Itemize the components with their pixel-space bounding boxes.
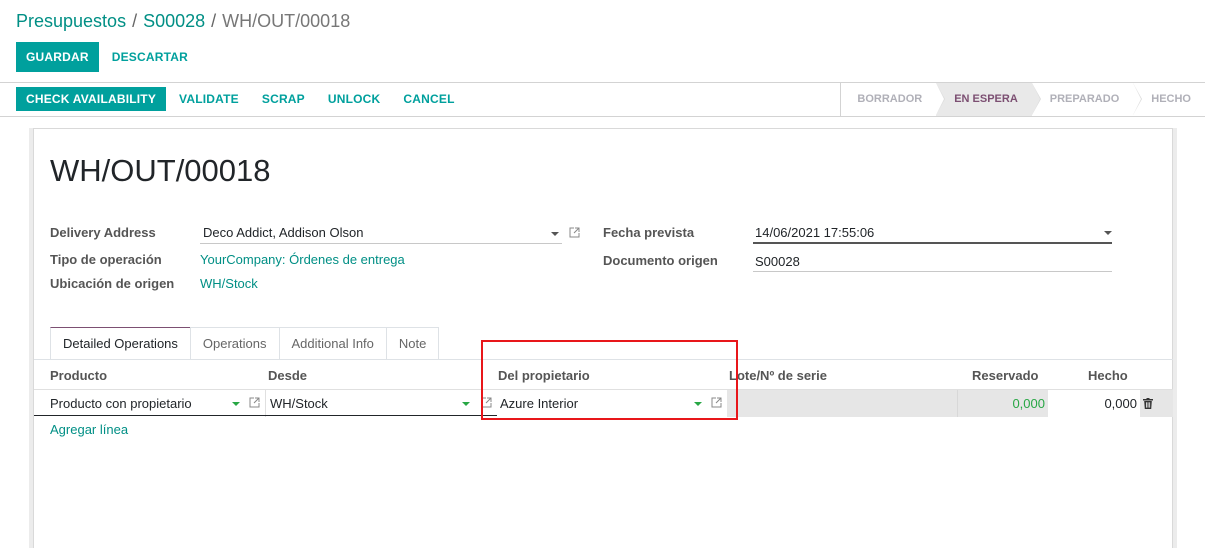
source-location-label: Ubicación de origen: [50, 276, 175, 291]
source-location-link[interactable]: WH/Stock: [200, 276, 258, 291]
reserved-value: 0,000: [957, 390, 1048, 417]
tab-additional-info[interactable]: Additional Info: [278, 327, 387, 360]
column-header-lot[interactable]: Lote/Nº de serie: [729, 368, 827, 383]
operation-type-label: Tipo de operación: [50, 252, 162, 267]
chevron-down-icon[interactable]: [551, 232, 559, 236]
check-availability-button[interactable]: CHECK AVAILABILITY: [16, 87, 167, 111]
form-sheet: WH/OUT/00018 Delivery Address Deco Addic…: [33, 128, 1173, 548]
source-document-field[interactable]: S00028: [753, 250, 1112, 272]
header-buttons: CHECK AVAILABILITY VALIDATE SCRAP UNLOCK…: [16, 87, 465, 111]
status-borrador[interactable]: BORRADOR: [841, 83, 945, 116]
lot-cell: [727, 390, 957, 417]
chevron-down-icon[interactable]: [462, 402, 470, 406]
tabs-divider: [34, 359, 1173, 360]
notebook-tabs: Detailed Operations Operations Additiona…: [50, 327, 440, 360]
status-hecho[interactable]: HECHO: [1133, 83, 1205, 116]
form-buttons: GUARDAR DESCARTAR: [16, 42, 198, 72]
source-document-value: S00028: [755, 254, 800, 269]
chevron-down-icon[interactable]: [232, 402, 240, 406]
add-line-link[interactable]: Agregar línea: [50, 422, 128, 437]
chevron-down-icon[interactable]: [694, 402, 702, 406]
status-bar: BORRADOR EN ESPERA PREPARADO HECHO: [840, 83, 1205, 116]
status-en-espera[interactable]: EN ESPERA: [936, 83, 1041, 116]
external-link-icon[interactable]: [481, 397, 492, 408]
trash-icon[interactable]: [1143, 398, 1153, 409]
tab-note[interactable]: Note: [385, 327, 440, 360]
unlock-button[interactable]: UNLOCK: [318, 87, 391, 111]
from-cell[interactable]: WH/Stock: [265, 390, 497, 417]
breadcrumb: Presupuestos / S00028/WH/OUT/00018: [16, 9, 350, 33]
scheduled-date-field[interactable]: 14/06/2021 17:55:06: [753, 222, 1112, 244]
owner-cell[interactable]: Azure Interior: [497, 390, 727, 417]
breadcrumb-current: WH/OUT/00018: [222, 11, 351, 31]
column-header-product[interactable]: Producto: [50, 368, 107, 383]
external-link-icon[interactable]: [711, 397, 722, 408]
tab-detailed-operations[interactable]: Detailed Operations: [50, 327, 191, 360]
breadcrumb-sale-order[interactable]: S00028: [143, 11, 205, 31]
external-link-icon[interactable]: [249, 397, 260, 408]
scheduled-date-value: 14/06/2021 17:55:06: [755, 225, 875, 240]
owner-value: Azure Interior: [500, 396, 579, 411]
delete-cell: [1140, 390, 1173, 417]
scheduled-date-label: Fecha prevista: [603, 225, 695, 240]
column-header-owner[interactable]: Del propietario: [498, 368, 590, 383]
from-value: WH/Stock: [270, 396, 328, 411]
save-button[interactable]: GUARDAR: [16, 42, 99, 72]
delivery-address-value: Deco Addict, Addison Olson: [203, 225, 364, 240]
row-edit-underline: [34, 415, 497, 416]
column-header-from[interactable]: Desde: [268, 368, 307, 383]
column-header-reserved[interactable]: Reservado: [972, 368, 1038, 383]
breadcrumb-separator: /: [132, 11, 138, 31]
table-row[interactable]: Producto con propietario WH/Stock Azure …: [34, 389, 1173, 417]
external-link-icon[interactable]: [569, 227, 580, 238]
form-header: CHECK AVAILABILITY VALIDATE SCRAP UNLOCK…: [0, 83, 1205, 117]
delivery-address-field[interactable]: Deco Addict, Addison Olson: [200, 222, 562, 244]
record-title: WH/OUT/00018: [50, 153, 271, 188]
product-value: Producto con propietario: [50, 396, 192, 411]
breadcrumb-presupuestos[interactable]: Presupuestos: [16, 11, 126, 31]
status-preparado[interactable]: PREPARADO: [1032, 83, 1143, 116]
discard-button[interactable]: DESCARTAR: [102, 42, 198, 72]
chevron-down-icon[interactable]: [1104, 231, 1112, 235]
delivery-address-label: Delivery Address: [50, 225, 156, 240]
scrap-button[interactable]: SCRAP: [252, 87, 315, 111]
operation-type-link[interactable]: YourCompany: Órdenes de entrega: [200, 252, 405, 267]
validate-button[interactable]: VALIDATE: [169, 87, 249, 111]
cancel-button[interactable]: CANCEL: [393, 87, 464, 111]
tab-operations[interactable]: Operations: [189, 327, 280, 360]
breadcrumb-separator: /: [211, 11, 217, 31]
product-cell[interactable]: Producto con propietario: [34, 390, 265, 417]
control-panel: Presupuestos / S00028/WH/OUT/00018 GUARDAR…: [0, 0, 1205, 83]
source-document-label: Documento origen: [603, 253, 718, 268]
done-quantity-input[interactable]: 0,000: [1048, 390, 1140, 417]
column-header-done[interactable]: Hecho: [1088, 368, 1128, 383]
